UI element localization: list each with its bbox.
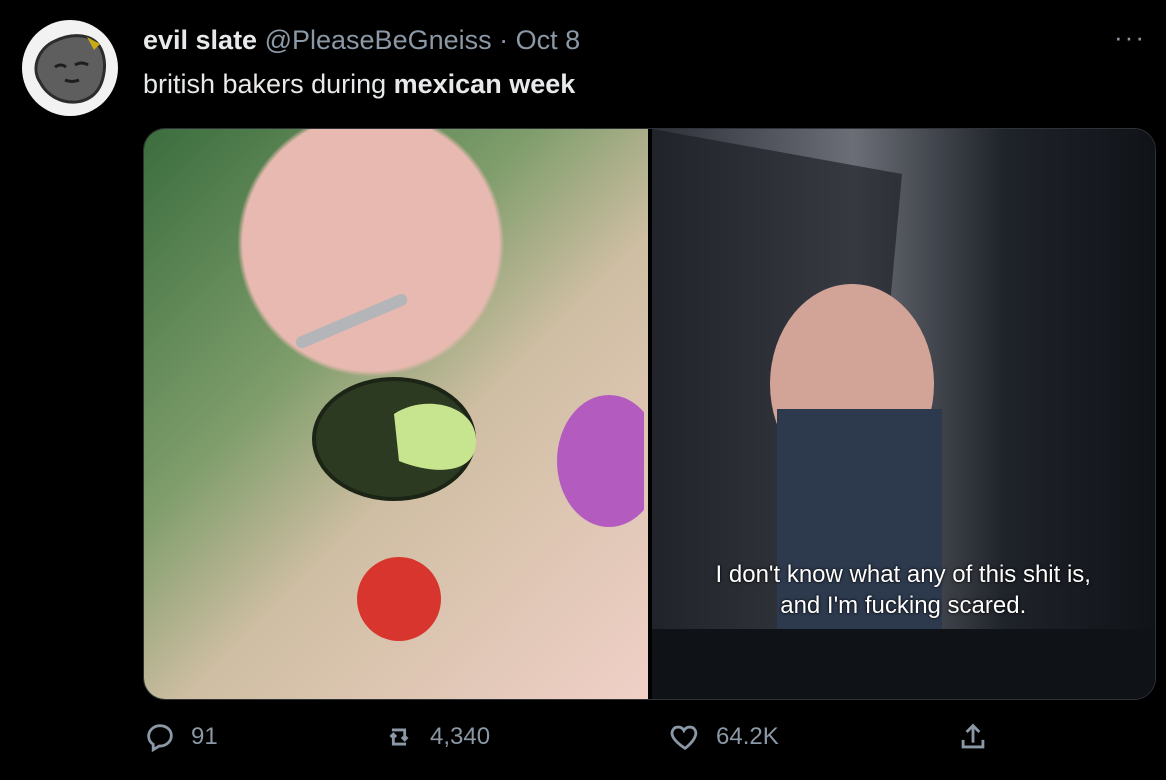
avatar[interactable]: [22, 20, 118, 116]
reply-button[interactable]: 91: [143, 720, 218, 754]
tweet-media[interactable]: I don't know what any of this shit is, a…: [143, 128, 1156, 700]
retweet-count: 4,340: [430, 723, 491, 750]
tweet-text-bold: mexican week: [393, 69, 576, 99]
left-image-panel[interactable]: [144, 129, 648, 699]
right-image-panel[interactable]: I don't know what any of this shit is, a…: [651, 129, 1156, 699]
retweet-button[interactable]: 4,340: [382, 720, 490, 754]
heart-icon: [670, 725, 698, 751]
reply-count: 91: [191, 723, 218, 750]
retweet-icon: [389, 728, 409, 746]
tweet-actions: 91 4,340 64.2K: [0, 720, 1166, 770]
reply-icon: [147, 724, 173, 753]
display-name[interactable]: evil slate: [143, 25, 257, 55]
separator-dot: ·: [499, 25, 509, 55]
tweet-header: evil slate @PleaseBeGneiss · Oct 8: [143, 24, 580, 56]
tweet-date[interactable]: Oct 8: [516, 25, 581, 55]
stone-face-icon: [34, 34, 106, 104]
like-button[interactable]: 64.2K: [668, 720, 779, 754]
caption-line-2: and I'm fucking scared.: [780, 592, 1027, 619]
avocado-scene-icon: [295, 293, 648, 641]
handle[interactable]: @PleaseBeGneiss: [265, 25, 492, 55]
share-button[interactable]: [956, 720, 990, 754]
share-icon: [961, 723, 985, 749]
like-count: 64.2K: [716, 723, 779, 750]
tweet-text-plain: british bakers during: [143, 69, 394, 99]
tweet-text: british bakers during mexican week: [143, 68, 575, 100]
caption-line-1: I don't know what any of this shit is,: [715, 561, 1091, 588]
subtitle-caption: I don't know what any of this shit is, a…: [652, 559, 1156, 621]
more-icon[interactable]: ···: [1114, 22, 1146, 53]
